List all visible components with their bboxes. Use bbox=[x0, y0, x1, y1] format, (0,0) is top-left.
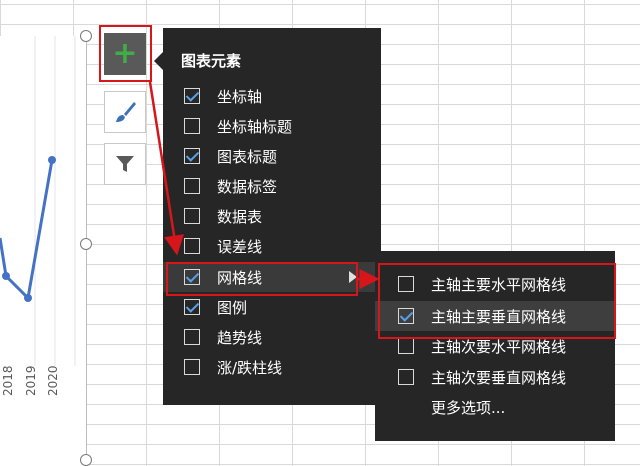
data-point bbox=[24, 294, 32, 302]
item-label: 主轴次要垂直网格线 bbox=[431, 368, 567, 387]
x-tick-label: 2020 bbox=[46, 365, 60, 396]
item-label: 坐标轴标题 bbox=[217, 117, 293, 136]
panel-item-data-labels[interactable]: 数据标签 bbox=[163, 171, 381, 201]
checkbox[interactable] bbox=[398, 369, 414, 385]
item-label: 数据标签 bbox=[217, 177, 278, 196]
checkbox[interactable] bbox=[184, 299, 200, 315]
x-tick-label: 2019 bbox=[24, 365, 38, 396]
item-label: 数据表 bbox=[217, 207, 263, 226]
submenu-item-primary-minor-vertical[interactable]: 主轴次要垂直网格线 bbox=[375, 362, 615, 392]
checkbox[interactable] bbox=[184, 208, 200, 224]
item-label: 图例 bbox=[217, 298, 248, 317]
annotation-box-plus bbox=[99, 25, 152, 82]
checkbox[interactable] bbox=[184, 329, 200, 345]
chart-styles-button[interactable] bbox=[104, 91, 146, 133]
annotation-box-gridlines bbox=[166, 262, 358, 296]
filter-icon bbox=[116, 156, 134, 172]
checkbox[interactable] bbox=[184, 148, 200, 164]
item-label: 图表标题 bbox=[217, 147, 278, 166]
panel-item-data-table[interactable]: 数据表 bbox=[163, 201, 381, 231]
resize-handle-right[interactable] bbox=[80, 238, 92, 250]
checkbox[interactable] bbox=[184, 118, 200, 134]
panel-item-up-down-bars[interactable]: 涨/跌柱线 bbox=[163, 352, 381, 382]
chart-area[interactable]: 2018 2019 2020 bbox=[0, 36, 87, 466]
item-label: 涨/跌柱线 bbox=[217, 358, 283, 377]
checkbox[interactable] bbox=[184, 359, 200, 375]
submenu-more-options[interactable]: 更多选项... bbox=[375, 392, 615, 422]
resize-handle-bottom-right[interactable] bbox=[80, 454, 92, 466]
panel-item-trendline[interactable]: 趋势线 bbox=[163, 322, 381, 352]
checkbox[interactable] bbox=[184, 238, 200, 254]
panel-item-axes[interactable]: 坐标轴 bbox=[163, 81, 381, 111]
resize-handle-top-right[interactable] bbox=[80, 30, 92, 42]
data-point bbox=[48, 156, 56, 164]
item-label: 误差线 bbox=[217, 237, 263, 256]
chart-plot bbox=[0, 36, 76, 366]
item-label: 趋势线 bbox=[217, 328, 263, 347]
x-tick-label: 2018 bbox=[1, 365, 15, 396]
paintbrush-icon bbox=[116, 102, 136, 122]
chart-elements-panel: 图表元素 坐标轴 坐标轴标题 图表标题 数据标签 数据表 误差线 网格线 图例 … bbox=[163, 28, 381, 405]
checkbox[interactable] bbox=[398, 338, 414, 354]
more-options-label: 更多选项... bbox=[431, 398, 506, 417]
checkbox[interactable] bbox=[184, 178, 200, 194]
data-point bbox=[2, 272, 10, 280]
checkbox[interactable] bbox=[184, 88, 200, 104]
panel-caret bbox=[154, 52, 163, 70]
item-label: 坐标轴 bbox=[217, 87, 263, 106]
panel-item-chart-title[interactable]: 图表标题 bbox=[163, 141, 381, 171]
chart-filters-button[interactable] bbox=[104, 143, 146, 185]
panel-item-legend[interactable]: 图例 bbox=[163, 292, 381, 322]
panel-item-axis-titles[interactable]: 坐标轴标题 bbox=[163, 111, 381, 141]
annotation-box-submenu bbox=[378, 263, 616, 339]
panel-title: 图表元素 bbox=[181, 52, 242, 70]
panel-item-error-bars[interactable]: 误差线 bbox=[163, 231, 381, 261]
